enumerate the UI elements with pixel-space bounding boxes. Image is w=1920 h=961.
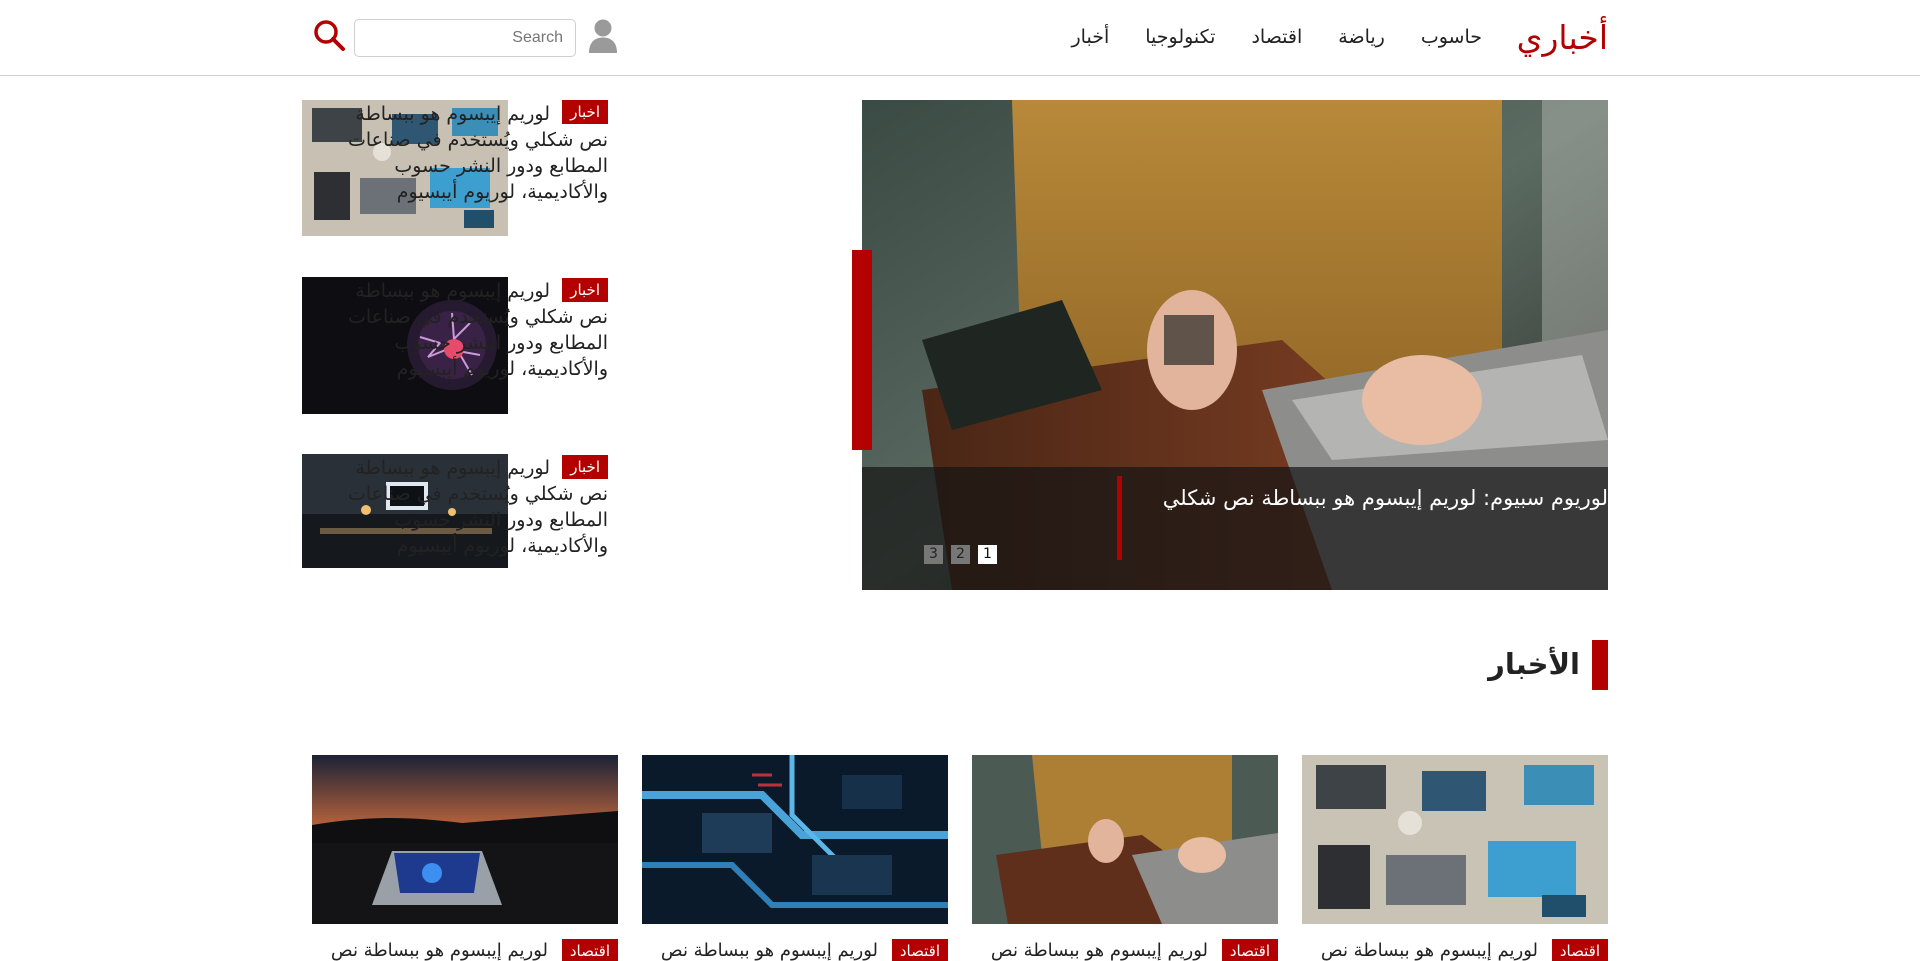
section-title: الأخبار — [1488, 647, 1580, 681]
user-icon[interactable] — [588, 18, 618, 54]
news-card-title[interactable]: لوريم إيبسوم هو ببساطة نص — [1321, 940, 1538, 961]
pager-page-2[interactable]: 2 — [951, 545, 970, 564]
news-card-image[interactable] — [972, 755, 1278, 924]
search-input[interactable] — [354, 19, 576, 57]
news-card-title[interactable]: لوريم إيبسوم هو ببساطة نص — [331, 940, 548, 961]
hero-pager: 1 2 3 — [924, 545, 997, 564]
nav-item-technology[interactable]: تكنولوجيا — [1145, 26, 1215, 48]
pager-page-3[interactable]: 3 — [924, 545, 943, 564]
side-item-text[interactable]: لوريم إيبسوم هو ببساطة نص شكلي ويُستخدم … — [338, 278, 608, 382]
nav-item-economy[interactable]: اقتصاد — [1251, 26, 1302, 48]
site-header: أخباري أخبار تكنولوجيا اقتصاد رياضة حاسو… — [0, 0, 1920, 76]
news-card-title[interactable]: لوريم إيبسوم هو ببساطة نص — [991, 940, 1208, 961]
news-card-image[interactable] — [312, 755, 618, 924]
search-icon[interactable] — [312, 18, 346, 52]
site-logo[interactable]: أخباري — [1517, 18, 1608, 57]
hero-title[interactable]: لوريوم سبيوم: لوريم إيبسوم هو ببساطة نص … — [1163, 486, 1608, 510]
nav-item-sports[interactable]: رياضة — [1338, 26, 1385, 48]
hero-caption-bar — [1117, 476, 1122, 560]
nav-item-computer[interactable]: حاسوب — [1421, 26, 1482, 48]
pager-page-1[interactable]: 1 — [978, 545, 997, 564]
news-card-image[interactable] — [642, 755, 948, 924]
news-card-image[interactable] — [1302, 755, 1608, 924]
news-card-badge[interactable]: اقتصاد — [1551, 939, 1608, 961]
news-card-title[interactable]: لوريم إيبسوم هو ببساطة نص — [661, 940, 878, 961]
main-nav: أخبار تكنولوجيا اقتصاد رياضة حاسوب — [1072, 26, 1483, 48]
side-item-text[interactable]: لوريم إيبسوم هو ببساطة نص شكلي ويُستخدم … — [338, 101, 608, 205]
side-item-text[interactable]: لوريم إيبسوم هو ببساطة نص شكلي ويُستخدم … — [338, 455, 608, 559]
news-card-badge[interactable]: اقتصاد — [891, 939, 948, 961]
section-accent-bar — [1592, 640, 1608, 690]
news-card-badge[interactable]: اقتصاد — [1221, 939, 1278, 961]
nav-item-news[interactable]: أخبار — [1072, 26, 1110, 48]
news-card-badge[interactable]: اقتصاد — [561, 939, 618, 961]
hero-accent-bar — [852, 250, 872, 450]
